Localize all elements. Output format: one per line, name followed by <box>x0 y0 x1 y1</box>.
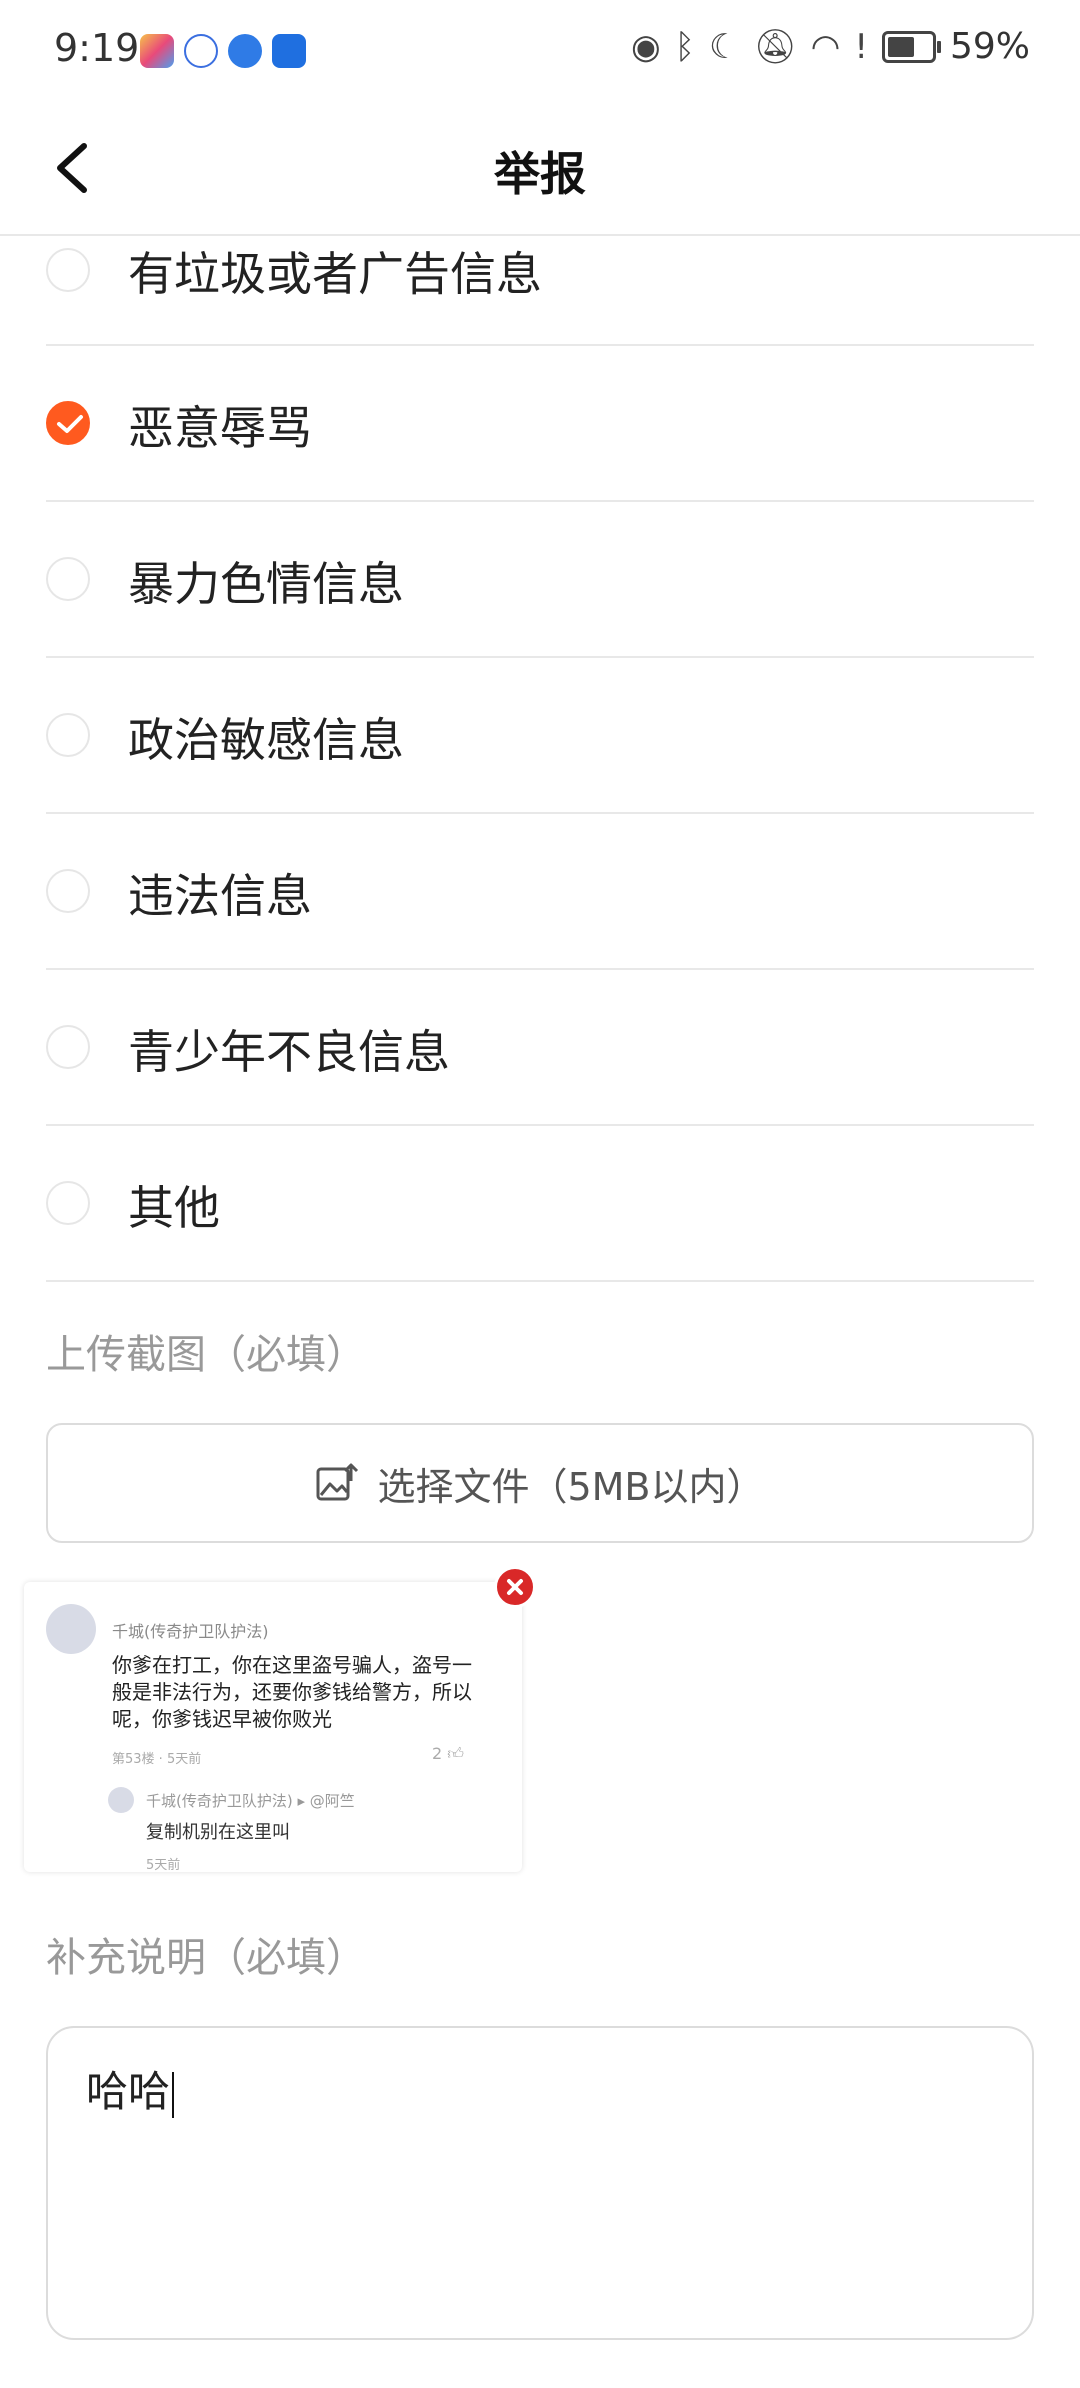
app-lightbulb-icon <box>272 34 306 68</box>
supplement-value: 哈哈 <box>86 2067 171 2116</box>
battery-percent: 59% <box>949 26 1030 67</box>
avatar <box>46 1604 96 1654</box>
like-count: 2 <box>432 1744 443 1763</box>
report-option-political[interactable]: 政治敏感信息 <box>46 658 1034 814</box>
reply-avatar <box>108 1787 134 1813</box>
option-label: 暴力色情信息 <box>128 557 404 611</box>
battery-icon <box>881 30 941 63</box>
report-option-violence[interactable]: 暴力色情信息 <box>46 502 1034 658</box>
reply-author: 千城(传奇护卫队护法) ▸ @阿竺 <box>146 1792 355 1810</box>
option-label: 其他 <box>128 1181 220 1235</box>
radio-unchecked-icon[interactable] <box>46 869 90 913</box>
reply-time: 5天前 <box>146 1858 181 1872</box>
bell-off-icon: 🔕︎ <box>753 26 797 67</box>
comment-content: 你爹在打工，你在这里盗号骗人，盗号一般是非法行为，还要你爹钱给警方，所以呢，你爹… <box>112 1653 472 1731</box>
status-bar: 9:19 ◉ ᛒ ☾ 🔕︎ ◠ ! 59% <box>0 0 1080 100</box>
status-time: 9:19 <box>54 26 140 70</box>
comment-author: 千城(传奇护卫队护法) <box>112 1622 269 1641</box>
remove-image-button[interactable] <box>494 1566 536 1608</box>
checkmark-icon <box>57 415 83 433</box>
option-label: 政治敏感信息 <box>128 713 404 767</box>
image-upload-icon <box>316 1463 359 1501</box>
option-label: 恶意辱骂 <box>128 401 312 455</box>
report-option-abuse[interactable]: 恶意辱骂 <box>46 346 1034 502</box>
thumbs-up-icon: 👍︎ <box>447 1744 465 1763</box>
radio-unchecked-icon[interactable] <box>46 557 90 601</box>
bluetooth-icon: ᛒ <box>674 26 696 67</box>
reply-content: 复制机别在这里叫 <box>146 1822 290 1843</box>
supplement-text: 哈哈 <box>86 2058 175 2119</box>
radio-unchecked-icon[interactable] <box>46 713 90 757</box>
option-label: 违法信息 <box>128 869 312 923</box>
system-status: ◉ ᛒ ☾ 🔕︎ ◠ ! 59% <box>631 26 1030 67</box>
wifi-icon: ◠ <box>810 26 841 67</box>
eye-icon: ◉ <box>630 26 661 67</box>
radio-unchecked-icon[interactable] <box>46 1181 90 1225</box>
app-globe-icon <box>228 34 262 68</box>
uploaded-screenshot-preview[interactable]: 千城(传奇护卫队护法) 你爹在打工，你在这里盗号骗人，盗号一般是非法行为，还要你… <box>24 1582 522 1872</box>
comment-likes: 2 👍︎ <box>432 1744 464 1764</box>
app-notification-icon <box>140 34 174 68</box>
report-option-spam[interactable]: 有垃圾或者广告信息 <box>46 188 1034 346</box>
comment-meta: 第53楼 · 5天前 <box>112 1752 202 1767</box>
upload-section-label: 上传截图（必填） <box>46 1332 366 1378</box>
alert-icon: ! <box>854 26 868 67</box>
moon-icon: ☾ <box>709 26 740 67</box>
notification-icons <box>140 34 306 68</box>
text-caret <box>172 2071 175 2118</box>
report-option-other[interactable]: 其他 <box>46 1126 1034 1282</box>
baidu-paw-icon <box>184 34 218 68</box>
option-label: 青少年不良信息 <box>128 1025 450 1079</box>
radio-unchecked-icon[interactable] <box>46 248 90 292</box>
option-label: 有垃圾或者广告信息 <box>128 247 542 301</box>
choose-file-button[interactable]: 选择文件（5MB以内） <box>46 1423 1034 1543</box>
close-icon <box>507 1579 523 1595</box>
supplement-textarea[interactable]: 哈哈 <box>46 2026 1034 2340</box>
supplement-section-label: 补充说明（必填） <box>46 1935 366 1981</box>
radio-checked-icon[interactable] <box>46 401 90 445</box>
choose-file-label: 选择文件（5MB以内） <box>377 1464 765 1509</box>
report-option-minors[interactable]: 青少年不良信息 <box>46 970 1034 1126</box>
radio-unchecked-icon[interactable] <box>46 1025 90 1069</box>
report-option-illegal[interactable]: 违法信息 <box>46 814 1034 970</box>
